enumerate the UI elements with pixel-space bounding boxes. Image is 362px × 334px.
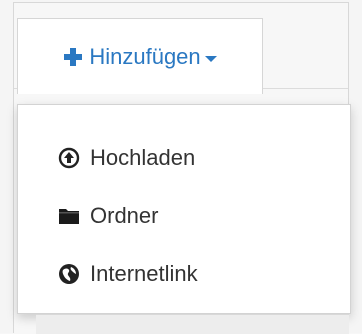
add-dropdown-button[interactable]: Hinzufügen	[17, 18, 263, 94]
globe-icon	[58, 263, 80, 285]
menu-item-label: Internetlink	[90, 261, 198, 286]
list-row-partial	[36, 314, 349, 334]
window: Hinzufügen Hochladen Ordner Internetlink	[0, 0, 362, 334]
menu-item-folder[interactable]: Ordner	[18, 187, 350, 245]
add-button-label: Hinzufügen	[89, 43, 201, 69]
menu-item-label: Hochladen	[90, 145, 196, 170]
add-dropdown-menu: Hochladen Ordner Internetlink	[17, 104, 351, 314]
upload-circle-icon	[58, 147, 80, 169]
menu-item-label: Ordner	[90, 203, 159, 228]
menu-item-internet-link[interactable]: Internetlink	[18, 245, 350, 303]
menu-item-upload[interactable]: Hochladen	[18, 129, 350, 187]
plus-icon	[63, 47, 83, 67]
caret-down-icon	[204, 55, 217, 62]
folder-icon	[58, 205, 80, 227]
